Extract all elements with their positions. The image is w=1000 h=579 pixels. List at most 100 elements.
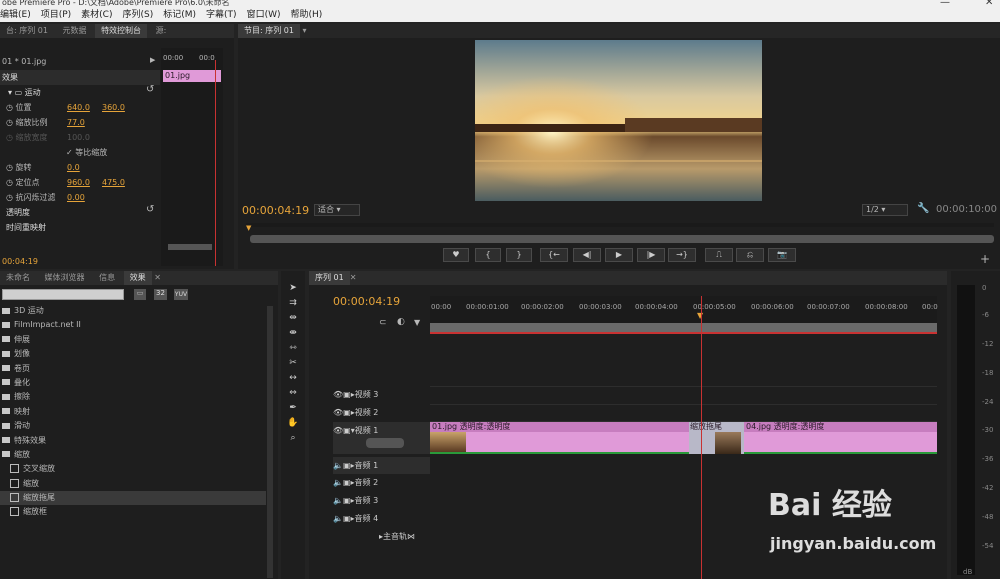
timeline-playhead[interactable]	[701, 296, 702, 579]
clip-04-jpg[interactable]: 04.jpg 透明度:透明度	[744, 422, 937, 454]
stopwatch-icon[interactable]: ◷	[6, 163, 16, 172]
close-icon[interactable]: ✕	[985, 0, 993, 8]
tab-effect-controls[interactable]: 特效控制台	[95, 24, 148, 38]
track-video-3[interactable]: 👁 ▣ ▸ 视频 3	[333, 386, 430, 403]
effect-folder[interactable]: 特殊效果	[0, 434, 266, 448]
position-y-value[interactable]: 360.0	[102, 100, 125, 115]
tab-metadata[interactable]: 元数据	[57, 24, 93, 38]
effect-folder[interactable]: 擦除	[0, 390, 266, 404]
effect-item[interactable]: 交叉缩放	[0, 462, 266, 476]
zoom-tool-icon[interactable]: ⌕	[286, 432, 300, 444]
program-scrollbar[interactable]	[250, 235, 994, 243]
track-audio-4[interactable]: 🔈 ▣ ▸ 音频 4	[333, 510, 430, 527]
tab-info[interactable]: 信息	[93, 271, 121, 285]
effect-folder[interactable]: 滑动	[0, 419, 266, 433]
track-audio-2[interactable]: 🔈 ▣ ▸ 音频 2	[333, 474, 430, 491]
lock-icon[interactable]: ▣	[343, 492, 351, 509]
lock-icon[interactable]: ▣	[343, 404, 351, 421]
work-area-bar[interactable]	[430, 323, 937, 332]
clip-01-jpg[interactable]: 01.jpg 透明度:透明度	[430, 422, 712, 454]
mini-clip[interactable]: 01.jpg	[163, 70, 221, 82]
menu-item-help[interactable]: 帮助(H)	[290, 8, 322, 22]
stopwatch-icon[interactable]: ◷	[6, 178, 16, 187]
mark-out-button[interactable]: }	[506, 248, 532, 262]
track-audio-3[interactable]: 🔈 ▣ ▸ 音频 3	[333, 492, 430, 509]
go-to-in-button[interactable]: {←	[540, 248, 568, 262]
eye-icon[interactable]: 👁	[333, 404, 343, 421]
program-timecode[interactable]: 00:00:04:19	[242, 204, 309, 217]
position-x-value[interactable]: 640.0	[67, 100, 90, 115]
32bit-button[interactable]: 32	[154, 289, 167, 300]
mark-in-button[interactable]: {	[475, 248, 501, 262]
speaker-icon[interactable]: 🔈	[333, 474, 343, 491]
step-back-button[interactable]: ◀|	[573, 248, 601, 262]
speaker-icon[interactable]: 🔈	[333, 492, 343, 509]
timeline-timecode[interactable]: 00:00:04:19	[333, 295, 400, 308]
flicker-value[interactable]: 0.00	[67, 190, 85, 205]
mini-ruler[interactable]	[246, 223, 994, 227]
effect-folder[interactable]: 划像	[0, 347, 266, 361]
effect-item[interactable]: 缩放框	[0, 505, 266, 519]
step-forward-button[interactable]: |▶	[637, 248, 665, 262]
tab-media-browser[interactable]: 媒体浏览器	[39, 271, 91, 285]
eye-icon[interactable]: 👁	[333, 422, 343, 439]
reset-icon[interactable]: ↺	[146, 84, 154, 95]
lock-icon[interactable]: ▣	[343, 474, 351, 491]
motion-effect[interactable]: ▾ ▭ 运动	[0, 85, 41, 100]
anchor-x-value[interactable]: 960.0	[67, 175, 90, 190]
export-frame-button[interactable]: 📷	[768, 248, 796, 262]
menu-item-marker[interactable]: 标记(M)	[163, 8, 196, 22]
add-button-icon[interactable]: +	[980, 252, 990, 266]
marker-icon[interactable]: ▼	[414, 318, 420, 327]
pen-tool-icon[interactable]: ✒	[286, 402, 300, 414]
lock-icon[interactable]: ▣	[343, 510, 351, 527]
dropdown-arrow-icon[interactable]: ▾	[300, 26, 307, 35]
slip-tool-icon[interactable]: ↔	[286, 372, 300, 384]
speaker-icon[interactable]: 🔈	[333, 510, 343, 527]
close-tab-icon[interactable]: ✕	[154, 273, 161, 282]
transition-zoom-trail[interactable]: 缩放拖尾	[689, 422, 751, 454]
effects-scrollbar[interactable]	[267, 306, 273, 578]
track-audio-1[interactable]: 🔈 ▣ ▸ 音频 1	[333, 457, 430, 474]
rotation-value[interactable]: 0.0	[67, 160, 80, 175]
eye-icon[interactable]: 👁	[333, 386, 343, 403]
effect-item[interactable]: 缩放	[0, 477, 266, 491]
scale-value[interactable]: 77.0	[67, 115, 85, 130]
effect-item[interactable]: 缩放拖尾	[0, 491, 266, 506]
tab-project[interactable]: 未命名	[0, 271, 36, 285]
menu-item-clip[interactable]: 素材(C)	[81, 8, 112, 22]
program-playhead-icon[interactable]: ▼	[246, 224, 251, 232]
selection-tool-icon[interactable]: ➤	[286, 282, 300, 294]
stopwatch-icon[interactable]: ◷	[6, 193, 16, 202]
menu-item-edit[interactable]: 编辑(E)	[0, 8, 31, 22]
lift-button[interactable]: ⎍	[705, 248, 733, 262]
ripple-edit-tool-icon[interactable]: ⇹	[286, 312, 300, 324]
keyframe-nav-icon[interactable]	[366, 438, 404, 448]
razor-tool-icon[interactable]: ✂	[286, 357, 300, 369]
link-icon[interactable]: ◐	[397, 317, 405, 327]
play-button[interactable]: ▶	[605, 248, 633, 262]
tab-sequence[interactable]: 台: 序列 01	[0, 24, 54, 38]
close-tab-icon[interactable]: ✕	[350, 273, 357, 282]
wrench-icon[interactable]: 🔧	[917, 203, 929, 214]
effects-search-input[interactable]	[2, 289, 124, 300]
snap-icon[interactable]: ⊂	[379, 318, 387, 328]
effect-folder[interactable]: FilmImpact.net II	[0, 318, 266, 332]
play-arrow-icon[interactable]: ▶	[150, 56, 155, 64]
rate-stretch-tool-icon[interactable]: ⇿	[286, 342, 300, 354]
effect-folder[interactable]: 映射	[0, 405, 266, 419]
menu-item-window[interactable]: 窗口(W)	[247, 8, 281, 22]
effect-folder[interactable]: 卷页	[0, 362, 266, 376]
mini-playhead[interactable]	[215, 60, 216, 266]
tab-source[interactable]: 源:	[150, 24, 173, 38]
minimize-icon[interactable]: —	[940, 0, 950, 8]
time-remap-effect[interactable]: 时间重映射	[0, 220, 46, 235]
effect-controls-timecode[interactable]: 00:04:19	[2, 257, 38, 266]
yuv-button[interactable]: YUV	[174, 289, 188, 300]
menu-item-sequence[interactable]: 序列(S)	[122, 8, 153, 22]
reset-icon[interactable]: ↺	[146, 204, 154, 215]
uniform-scale-checkbox[interactable]: ✓ 等比缩放	[66, 145, 107, 160]
quality-dropdown[interactable]: 1/2 ▾	[862, 204, 908, 216]
lock-icon[interactable]: ▣	[343, 422, 351, 439]
stopwatch-icon[interactable]: ◷	[6, 103, 16, 112]
